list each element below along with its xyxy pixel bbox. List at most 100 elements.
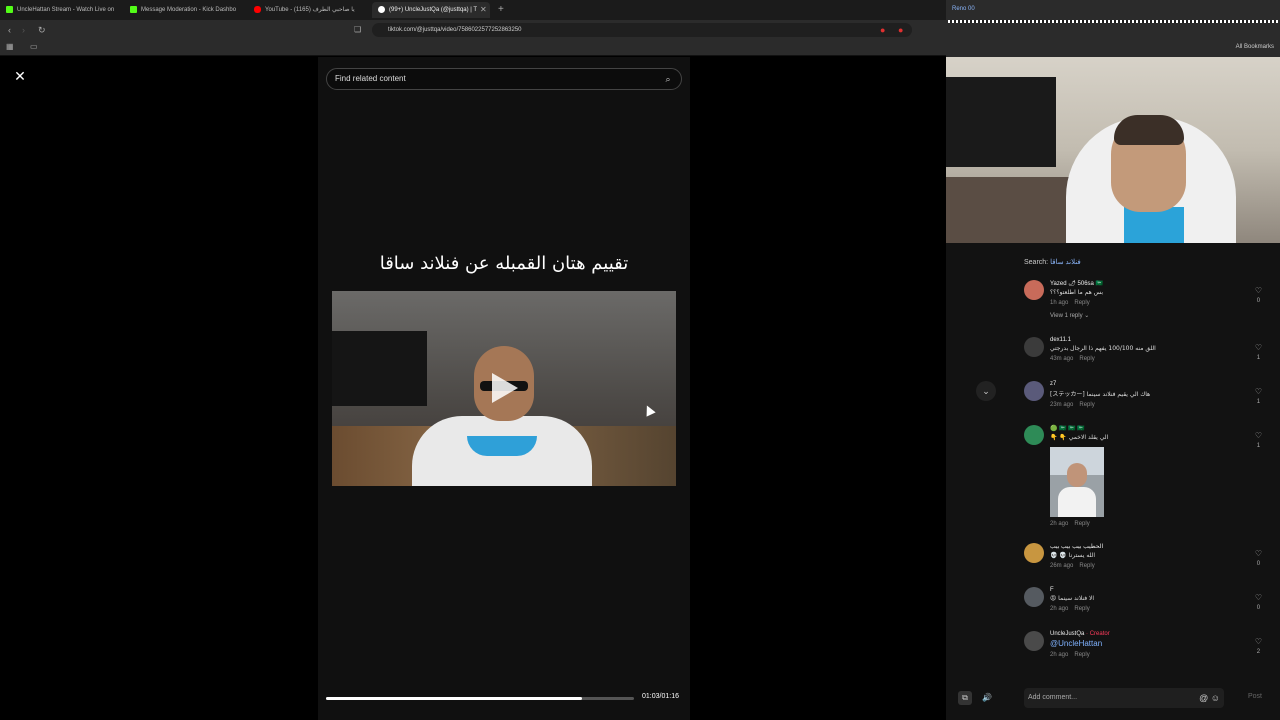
- search-placeholder: Find related content: [335, 74, 406, 83]
- heart-icon: ♡: [1254, 343, 1262, 352]
- add-comment-input[interactable]: Add comment... @ ☺: [1024, 688, 1224, 708]
- comment-item: الحطيب بيب بيب بيب 💀 💀 الله يسترنا 26m a…: [1024, 543, 1270, 579]
- streamer-hair: [1114, 115, 1184, 145]
- progress-fill: [326, 697, 582, 700]
- comment-time: 2h ago: [1050, 606, 1069, 612]
- video-caption-title: تقييم هتان القمبله عن فنلاند ساقا: [379, 253, 629, 274]
- reply-button[interactable]: Reply: [1074, 606, 1089, 612]
- tab-youtube[interactable]: YouTube - يا صاحبي الطرف (1165): [254, 2, 366, 18]
- folder-icon[interactable]: ▭: [30, 42, 38, 51]
- like-count: 1: [1256, 355, 1261, 361]
- avatar[interactable]: [1024, 543, 1044, 563]
- comment-username[interactable]: F: [1050, 587, 1250, 593]
- comment-username[interactable]: dex11.1: [1050, 337, 1250, 343]
- like-button[interactable]: ♡ 1: [1255, 431, 1262, 451]
- post-button[interactable]: Post: [1248, 693, 1262, 700]
- view-replies-button[interactable]: View 1 reply ⌄: [1050, 312, 1250, 319]
- comment-username[interactable]: UncleJustQa · Creator: [1050, 631, 1250, 637]
- reply-button[interactable]: Reply: [1079, 563, 1094, 569]
- comment-item: F 😡 الا فنلاند سينما 2h ago Reply ♡ 0: [1024, 587, 1270, 623]
- close-icon[interactable]: ✕: [12, 68, 28, 84]
- comment-item: UncleJustQa · Creator @UncleHattan 2h ag…: [1024, 631, 1270, 667]
- picture-in-picture-icon[interactable]: ⧉: [958, 691, 972, 705]
- like-count: 1: [1256, 399, 1261, 405]
- avatar[interactable]: [1024, 631, 1044, 651]
- like-count: 0: [1256, 298, 1261, 304]
- reply-button[interactable]: Reply: [1074, 652, 1089, 658]
- reply-button[interactable]: Reply: [1074, 300, 1089, 306]
- streamer-webcam: [946, 57, 1280, 243]
- comment-footer: ⧉ 🔊 Add comment... @ ☺ Post: [946, 686, 1280, 710]
- reload-icon[interactable]: ↻: [38, 23, 46, 37]
- comment-time: 1h ago: [1050, 300, 1069, 306]
- bookmarks-bar: ▦ ▭: [0, 40, 946, 56]
- comment-time: 23m ago: [1050, 402, 1074, 408]
- comment-username[interactable]: 🟢 🇸🇦 🇸🇦 🇸🇦: [1050, 425, 1250, 432]
- comment-item: 🟢 🇸🇦 🇸🇦 🇸🇦 👇 👇 الي يقلد الاخمي 2h ago Rep…: [1024, 425, 1270, 535]
- kick-icon: [6, 5, 13, 13]
- tab-tiktok-active[interactable]: (99+) UncleJustQa (@justtqa) | T: [372, 2, 490, 18]
- like-button[interactable]: ♡ 1: [1255, 387, 1262, 407]
- like-button[interactable]: ♡ 0: [1255, 549, 1262, 569]
- heart-icon: ♡: [1254, 637, 1262, 646]
- webcam-background-screen: [946, 77, 1056, 167]
- comment-username[interactable]: z7: [1050, 381, 1250, 387]
- mention-link[interactable]: @UncleHattan: [1050, 639, 1250, 648]
- like-count: 2: [1256, 649, 1261, 655]
- extension-icon[interactable]: ●: [898, 23, 903, 37]
- avatar[interactable]: [1024, 381, 1044, 401]
- tab-uncle-hattan-stream[interactable]: UncleHattan Stream - Watch Live on: [6, 2, 118, 18]
- mention-icon[interactable]: @: [1199, 693, 1208, 703]
- reply-button[interactable]: Reply: [1074, 521, 1089, 527]
- avatar[interactable]: [1024, 337, 1044, 357]
- like-count: 1: [1256, 443, 1261, 449]
- bookmark-icon[interactable]: ❏: [354, 23, 361, 37]
- extension-icon[interactable]: ●: [880, 23, 885, 37]
- back-icon[interactable]: ‹: [8, 23, 11, 37]
- url-field[interactable]: tiktok.com/@justtqa/video/75860225772528…: [372, 23, 912, 37]
- heart-icon: ♡: [1254, 431, 1262, 440]
- kick-icon: [130, 5, 137, 13]
- reply-button[interactable]: Reply: [1079, 402, 1094, 408]
- video-frame[interactable]: [332, 291, 676, 486]
- like-button[interactable]: ♡ 0: [1255, 286, 1262, 306]
- comment-username[interactable]: Yazed 🌶 506sa 🇸🇦: [1050, 280, 1250, 287]
- all-bookmarks-link[interactable]: All Bookmarks: [1236, 44, 1274, 50]
- time-display: 01:03/01:16: [642, 693, 679, 700]
- forward-icon[interactable]: ›: [22, 23, 25, 37]
- search-icon[interactable]: ⌕: [661, 72, 675, 86]
- comment-image[interactable]: [1050, 447, 1104, 517]
- comment-text: 💀 💀 الله يسترنا: [1050, 552, 1096, 559]
- search-input[interactable]: Find related content ⌕: [326, 68, 682, 90]
- comment-text: [ステッカー] هاك الي يقيم فنلاند سينما: [1050, 391, 1151, 398]
- avatar[interactable]: [1024, 425, 1044, 445]
- like-count: 0: [1256, 561, 1261, 567]
- like-button[interactable]: ♡ 2: [1255, 637, 1262, 657]
- reply-button[interactable]: Reply: [1079, 356, 1094, 362]
- volume-icon[interactable]: 🔊: [980, 691, 994, 705]
- image-person-body: [1058, 487, 1096, 517]
- like-button[interactable]: ♡ 0: [1255, 593, 1262, 613]
- tab-close-icon[interactable]: ✕: [480, 2, 487, 18]
- comment-item: z7 [ステッカー] هاك الي يقيم فنلاند سينما 23m…: [1024, 381, 1270, 417]
- overlay-tab-strip: [948, 20, 1278, 23]
- scroll-down-icon[interactable]: ⌄: [976, 381, 996, 401]
- emoji-icon[interactable]: ☺: [1211, 693, 1220, 703]
- apps-icon[interactable]: ▦: [6, 42, 14, 51]
- tab-message-moderation[interactable]: Message Moderation - Kick Dashbo: [130, 2, 242, 18]
- avatar[interactable]: [1024, 587, 1044, 607]
- like-button[interactable]: ♡ 1: [1255, 343, 1262, 363]
- play-icon[interactable]: [492, 373, 518, 403]
- new-tab-button[interactable]: +: [498, 2, 504, 18]
- heart-icon: ♡: [1254, 549, 1262, 558]
- youtube-icon: [254, 5, 261, 13]
- like-count: 0: [1256, 605, 1261, 611]
- comment-time: 2h ago: [1050, 652, 1069, 658]
- comment-search-suggestion[interactable]: Search: فنلاند ساقا: [1024, 258, 1081, 266]
- address-bar-row: ‹ › ↻ ❏ tiktok.com/@justtqa/video/758602…: [0, 20, 946, 40]
- progress-bar[interactable]: [326, 697, 634, 700]
- comment-username[interactable]: الحطيب بيب بيب بيب: [1050, 543, 1250, 550]
- overlay-label: Reno 00: [952, 6, 975, 12]
- video-player: Find related content ⌕ تقييم هتان القمبل…: [318, 57, 690, 720]
- avatar[interactable]: [1024, 280, 1044, 300]
